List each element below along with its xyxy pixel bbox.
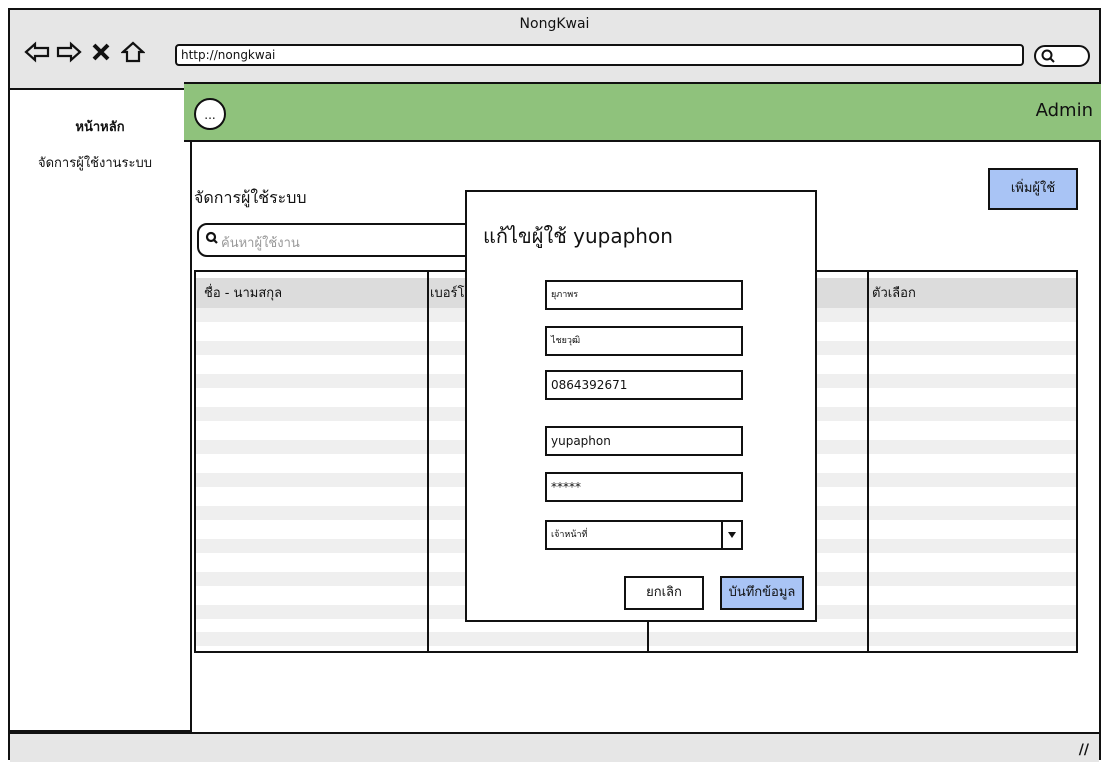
edit-user-dialog: แก้ไขผู้ใช้ yupaphon ยุภาพร ไชยวุฒิ 0864… <box>465 190 817 622</box>
sidebar-item-user-management[interactable]: จัดการผู้ใช้งานระบบ <box>38 152 152 173</box>
url-bar[interactable]: http://nongkwai <box>175 44 1024 66</box>
phone-field[interactable]: 0864392671 <box>545 370 743 400</box>
save-button[interactable]: บันทึกข้อมูล <box>720 576 804 610</box>
nav-buttons <box>24 40 146 64</box>
username-field[interactable]: yupaphon <box>545 426 743 456</box>
search-input[interactable]: ค้นหาผู้ใช้งาน <box>197 223 497 257</box>
browser-search-button[interactable] <box>1034 45 1090 67</box>
resize-grip-icon[interactable]: // <box>1079 742 1089 758</box>
last-name-field[interactable]: ไชยวุฒิ <box>545 326 743 356</box>
close-icon[interactable] <box>88 40 114 64</box>
table-row <box>196 632 1076 646</box>
chevron-down-icon[interactable] <box>721 522 741 548</box>
column-header-options: ตัวเลือก <box>872 286 916 301</box>
column-header-name: ชื่อ - นามสกุล <box>204 286 283 301</box>
sidebar-item-home[interactable]: หน้าหลัก <box>10 116 190 137</box>
menu-button[interactable]: ... <box>194 98 226 130</box>
cancel-button[interactable]: ยกเลิก <box>624 576 704 610</box>
search-icon <box>205 231 218 244</box>
back-arrow-icon[interactable] <box>24 40 50 64</box>
add-user-button[interactable]: เพิ่มผู้ใช้ <box>988 168 1078 210</box>
status-bar: // <box>10 732 1099 762</box>
dialog-title: แก้ไขผู้ใช้ yupaphon <box>483 224 673 248</box>
forward-arrow-icon[interactable] <box>56 40 82 64</box>
role-select[interactable]: เจ้าหน้าที่ <box>545 520 743 550</box>
header-bar: ... Admin <box>184 82 1101 142</box>
column-divider <box>867 272 869 651</box>
first-name-field[interactable]: ยุภาพร <box>545 280 743 310</box>
window-title: NongKwai <box>519 16 590 32</box>
search-icon <box>1041 49 1055 63</box>
sidebar: หน้าหลัก จัดการผู้ใช้งานระบบ <box>10 90 192 732</box>
password-field[interactable]: ***** <box>545 472 743 502</box>
browser-titlebar: NongKwai http://nongkwai <box>10 10 1099 90</box>
search-placeholder: ค้นหาผู้ใช้งาน <box>221 236 300 251</box>
home-icon[interactable] <box>120 40 146 64</box>
user-label[interactable]: Admin <box>1036 100 1093 121</box>
page-title: จัดการผู้ใช้ระบบ <box>194 188 307 207</box>
role-select-value: เจ้าหน้าที่ <box>551 530 588 540</box>
column-divider <box>427 272 429 651</box>
